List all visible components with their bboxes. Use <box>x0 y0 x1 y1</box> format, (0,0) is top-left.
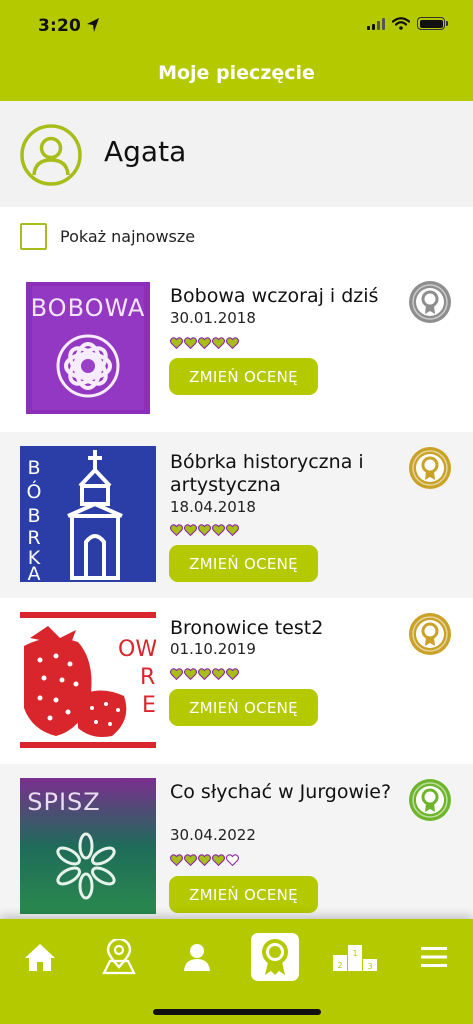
nav-profile[interactable] <box>173 933 221 981</box>
top-bar: 3:20 Moje pieczęcie <box>0 0 473 101</box>
podium-label-first: 1 <box>352 949 357 958</box>
avatar-icon <box>20 124 82 186</box>
heart-icon <box>184 337 197 349</box>
heart-icon <box>212 524 225 536</box>
podium-label-second: 2 <box>337 961 342 970</box>
svg-text:OWO: OWO <box>118 637 156 662</box>
heart-icon <box>212 854 225 866</box>
stamp-title: Bobowa wczoraj i dziś <box>170 285 379 307</box>
stamp-title: Co słychać w Jurgowie? <box>170 781 392 803</box>
stamp-date: 18.04.2018 <box>170 498 256 516</box>
heart-icon <box>170 524 183 536</box>
heart-icon <box>226 524 239 536</box>
status-indicators <box>367 17 448 30</box>
heart-icon <box>184 668 197 680</box>
heart-icon <box>198 524 211 536</box>
nav-ranking[interactable]: 2 1 3 <box>331 933 379 981</box>
svg-text:B: B <box>27 505 40 527</box>
stamp-image: BOBOWA <box>20 280 156 416</box>
stamp-image: SPISZ <box>20 778 156 919</box>
heart-icon <box>184 524 197 536</box>
stamp-date: 01.10.2019 <box>170 640 256 658</box>
show-newest-checkbox[interactable] <box>20 223 47 250</box>
stamp-card: OWO RE Bronowice test2 01.10.2019 ZMIEŃ O… <box>0 598 473 764</box>
podium-label-third: 3 <box>367 962 372 971</box>
svg-text:E: E <box>142 693 156 718</box>
stamp-badge-icon <box>262 939 288 975</box>
page-title: Moje pieczęcie <box>158 62 315 84</box>
heart-icon <box>198 854 211 866</box>
cellular-signal-icon <box>367 17 385 30</box>
stamp-date: 30.04.2022 <box>170 826 256 844</box>
wifi-icon <box>392 17 410 30</box>
change-rating-button[interactable]: ZMIEŃ OCENĘ <box>169 689 318 726</box>
stamp-image: OWO RE <box>20 612 156 748</box>
stamp-card: BOBOWA Bobowa wczoraj i dziś 30.01.2018 … <box>0 266 473 432</box>
nav-stamps[interactable] <box>251 933 299 981</box>
svg-text:Ó: Ó <box>27 479 42 503</box>
heart-icon <box>184 854 197 866</box>
heart-icon <box>170 337 183 349</box>
home-icon <box>25 944 55 971</box>
user-profile-band: Agata <box>0 101 473 207</box>
user-name: Agata <box>104 135 187 168</box>
show-newest-filter[interactable]: Pokaż najnowsze <box>20 223 195 250</box>
change-rating-button[interactable]: ZMIEŃ OCENĘ <box>169 876 318 913</box>
stamp-card: SPISZ Co słychać w Jurgowie? 30.04.2022 … <box>0 764 473 919</box>
stamp-image: BÓBRKA <box>20 446 156 582</box>
menu-icon <box>421 947 447 967</box>
heart-icon <box>226 337 239 349</box>
svg-text:A: A <box>28 563 41 582</box>
rating-hearts <box>170 854 239 866</box>
svg-text:B: B <box>27 457 40 479</box>
change-rating-button[interactable]: ZMIEŃ OCENĘ <box>169 545 318 582</box>
heart-icon <box>226 854 239 866</box>
heart-icon <box>212 668 225 680</box>
stamp-badge-icon <box>408 446 452 490</box>
stamp-badge-icon <box>408 280 452 324</box>
nav-home[interactable] <box>16 933 64 981</box>
user-icon <box>184 944 210 971</box>
heart-icon <box>170 668 183 680</box>
svg-text:R: R <box>27 527 40 549</box>
svg-text:SPISZ: SPISZ <box>27 788 100 816</box>
battery-icon <box>417 17 448 30</box>
heart-icon <box>198 337 211 349</box>
home-indicator <box>153 1009 321 1015</box>
svg-text:BOBOWA: BOBOWA <box>31 294 146 322</box>
stamp-title: Bronowice test2 <box>170 617 324 639</box>
svg-text:R: R <box>140 665 155 690</box>
map-pin-icon <box>102 939 136 975</box>
rating-hearts <box>170 668 239 680</box>
rating-hearts <box>170 337 239 349</box>
nav-map[interactable] <box>95 933 143 981</box>
heart-icon <box>170 854 183 866</box>
show-newest-label: Pokaż najnowsze <box>60 227 196 246</box>
nav-menu[interactable] <box>410 933 458 981</box>
stamp-badge-icon <box>408 778 452 822</box>
status-time: 3:20 <box>38 16 82 36</box>
rating-hearts <box>170 524 239 536</box>
location-arrow-icon <box>87 18 99 32</box>
stamp-title: Bóbrka historyczna i artystyczna <box>170 451 364 496</box>
podium-icon: 2 1 3 <box>333 945 377 971</box>
stamp-card: BÓBRKA Bóbrka historyczna i artystyczna … <box>0 432 473 598</box>
stamp-date: 30.01.2018 <box>170 309 256 327</box>
heart-icon <box>198 668 211 680</box>
change-rating-button[interactable]: ZMIEŃ OCENĘ <box>169 358 318 395</box>
heart-icon <box>226 668 239 680</box>
heart-icon <box>212 337 225 349</box>
stamp-badge-icon <box>408 612 452 656</box>
